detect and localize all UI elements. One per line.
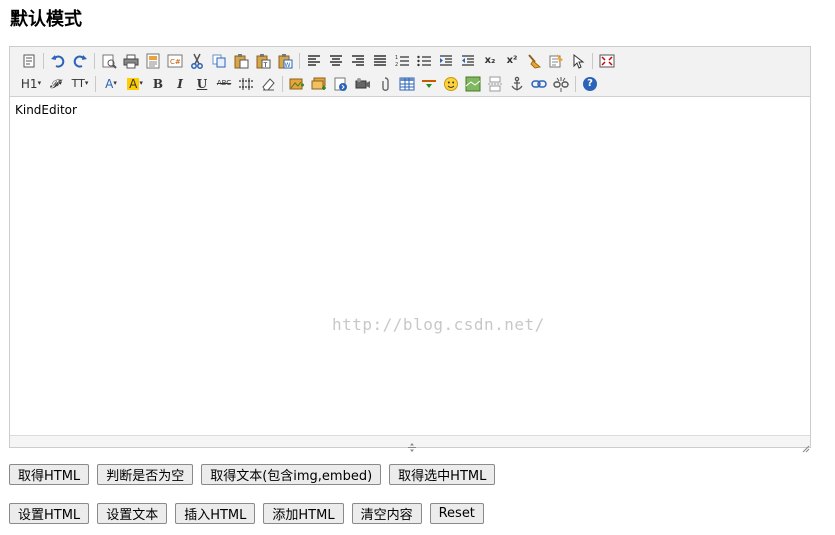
set-html-button[interactable]: 设置HTML bbox=[9, 503, 90, 524]
fore-color-label: A bbox=[105, 76, 114, 91]
toolbar-separator bbox=[575, 75, 576, 92]
source-icon[interactable] bbox=[18, 50, 40, 72]
heading-label: H1 bbox=[20, 76, 38, 91]
copy-icon[interactable] bbox=[208, 50, 230, 72]
indent-icon[interactable] bbox=[435, 50, 457, 72]
clear-content-button[interactable]: 清空内容 bbox=[351, 503, 422, 524]
dropdown-arrow-icon: ▾ bbox=[113, 79, 117, 87]
strikethrough-icon[interactable]: ABC bbox=[213, 73, 235, 95]
dropdown-arrow-icon: ▾ bbox=[37, 79, 42, 87]
underline-icon[interactable]: U bbox=[191, 73, 213, 95]
clear-html-icon[interactable] bbox=[523, 50, 545, 72]
dropdown-arrow-icon: ▾ bbox=[84, 79, 89, 87]
superscript-icon[interactable]: x² bbox=[501, 50, 523, 72]
preview-icon[interactable] bbox=[98, 50, 120, 72]
baidu-map-icon[interactable] bbox=[462, 73, 484, 95]
editor-toolbar: C# T W 12 x₂ x² H1 ▾ 𝓕 ▾ TT ▾ A ▾ A ▾ B … bbox=[10, 47, 810, 97]
flash-icon[interactable] bbox=[330, 73, 352, 95]
button-row-1: 取得HTML 判断是否为空 取得文本(包含img,embed) 取得选中HTML bbox=[9, 464, 496, 485]
code-icon[interactable]: C# bbox=[164, 50, 186, 72]
is-empty-button[interactable]: 判断是否为空 bbox=[97, 464, 194, 485]
paste-icon[interactable] bbox=[230, 50, 252, 72]
about-icon[interactable]: ? bbox=[579, 73, 601, 95]
font-name-label: 𝓕 bbox=[49, 76, 59, 91]
emoticons-icon[interactable] bbox=[440, 73, 462, 95]
toolbar-row-1: C# T W 12 x₂ x² bbox=[10, 47, 810, 72]
align-right-icon[interactable] bbox=[347, 50, 369, 72]
undo-icon[interactable] bbox=[47, 50, 69, 72]
hr-icon[interactable] bbox=[418, 73, 440, 95]
remove-format-icon[interactable] bbox=[257, 73, 279, 95]
hilite-color-icon[interactable]: A ▾ bbox=[123, 73, 147, 95]
link-icon[interactable] bbox=[528, 73, 550, 95]
select-all-icon[interactable] bbox=[567, 50, 589, 72]
ordered-list-icon[interactable]: 12 bbox=[391, 50, 413, 72]
toolbar-separator bbox=[592, 52, 593, 69]
unordered-list-icon[interactable] bbox=[413, 50, 435, 72]
outdent-icon[interactable] bbox=[457, 50, 479, 72]
cut-icon[interactable] bbox=[186, 50, 208, 72]
insert-file-icon[interactable] bbox=[374, 73, 396, 95]
set-text-button[interactable]: 设置文本 bbox=[97, 503, 168, 524]
vertical-resize-handle-icon[interactable] bbox=[405, 437, 419, 452]
table-icon[interactable] bbox=[396, 73, 418, 95]
reset-button[interactable]: Reset bbox=[429, 503, 484, 524]
font-size-icon[interactable]: TT ▾ bbox=[68, 73, 92, 95]
justify-icon[interactable] bbox=[369, 50, 391, 72]
insert-html-button[interactable]: 插入HTML bbox=[175, 503, 256, 524]
font-name-icon[interactable]: 𝓕 ▾ bbox=[44, 73, 68, 95]
paste-plain-icon[interactable]: T bbox=[252, 50, 274, 72]
template-icon[interactable] bbox=[142, 50, 164, 72]
print-icon[interactable] bbox=[120, 50, 142, 72]
toolbar-separator bbox=[299, 52, 300, 69]
multi-image-icon[interactable] bbox=[308, 73, 330, 95]
subscript-icon[interactable]: x₂ bbox=[479, 50, 501, 72]
align-center-icon[interactable] bbox=[325, 50, 347, 72]
toolbar-separator bbox=[94, 52, 95, 69]
toolbar-separator bbox=[95, 75, 96, 92]
paste-word-icon[interactable]: W bbox=[274, 50, 296, 72]
help-circle-icon: ? bbox=[583, 76, 597, 91]
corner-resize-handle-icon[interactable] bbox=[801, 438, 810, 453]
watermark-text: http://blog.csdn.net/ bbox=[332, 315, 545, 334]
heading-icon[interactable]: H1 ▾ bbox=[18, 73, 44, 95]
editor-statusbar bbox=[10, 435, 810, 453]
get-html-button[interactable]: 取得HTML bbox=[9, 464, 90, 485]
svg-text:2: 2 bbox=[395, 62, 398, 68]
media-icon[interactable] bbox=[352, 73, 374, 95]
fullscreen-icon[interactable] bbox=[596, 50, 618, 72]
svg-text:W: W bbox=[285, 62, 291, 69]
anchor-icon[interactable] bbox=[506, 73, 528, 95]
get-selected-html-button[interactable]: 取得选中HTML bbox=[389, 464, 496, 485]
svg-text:C#: C# bbox=[170, 58, 181, 66]
redo-icon[interactable] bbox=[69, 50, 91, 72]
page-title: 默认模式 bbox=[10, 9, 82, 30]
svg-text:1: 1 bbox=[395, 55, 398, 61]
get-text-button[interactable]: 取得文本(包含img,embed) bbox=[201, 464, 382, 485]
editor-content-area[interactable]: KindEditor bbox=[10, 97, 810, 435]
unlink-icon[interactable] bbox=[550, 73, 572, 95]
toolbar-row-2: H1 ▾ 𝓕 ▾ TT ▾ A ▾ A ▾ B I U ABC ? bbox=[10, 72, 810, 95]
hilite-color-label: A bbox=[127, 76, 140, 91]
toolbar-separator bbox=[43, 52, 44, 69]
image-icon[interactable] bbox=[286, 73, 308, 95]
align-left-icon[interactable] bbox=[303, 50, 325, 72]
toolbar-separator bbox=[282, 75, 283, 92]
line-height-icon[interactable] bbox=[235, 73, 257, 95]
page-break-icon[interactable] bbox=[484, 73, 506, 95]
bold-icon[interactable]: B bbox=[147, 73, 169, 95]
dropdown-arrow-icon: ▾ bbox=[58, 79, 63, 87]
quick-format-icon[interactable] bbox=[545, 50, 567, 72]
dropdown-arrow-icon: ▾ bbox=[139, 79, 143, 87]
fore-color-icon[interactable]: A ▾ bbox=[99, 73, 123, 95]
italic-icon[interactable]: I bbox=[169, 73, 191, 95]
font-size-label: TT bbox=[71, 77, 85, 90]
button-row-2: 设置HTML 设置文本 插入HTML 添加HTML 清空内容 Reset bbox=[9, 503, 484, 524]
kindeditor: C# T W 12 x₂ x² H1 ▾ 𝓕 ▾ TT ▾ A ▾ A ▾ B … bbox=[9, 46, 811, 453]
svg-text:T: T bbox=[263, 62, 268, 69]
append-html-button[interactable]: 添加HTML bbox=[263, 503, 344, 524]
